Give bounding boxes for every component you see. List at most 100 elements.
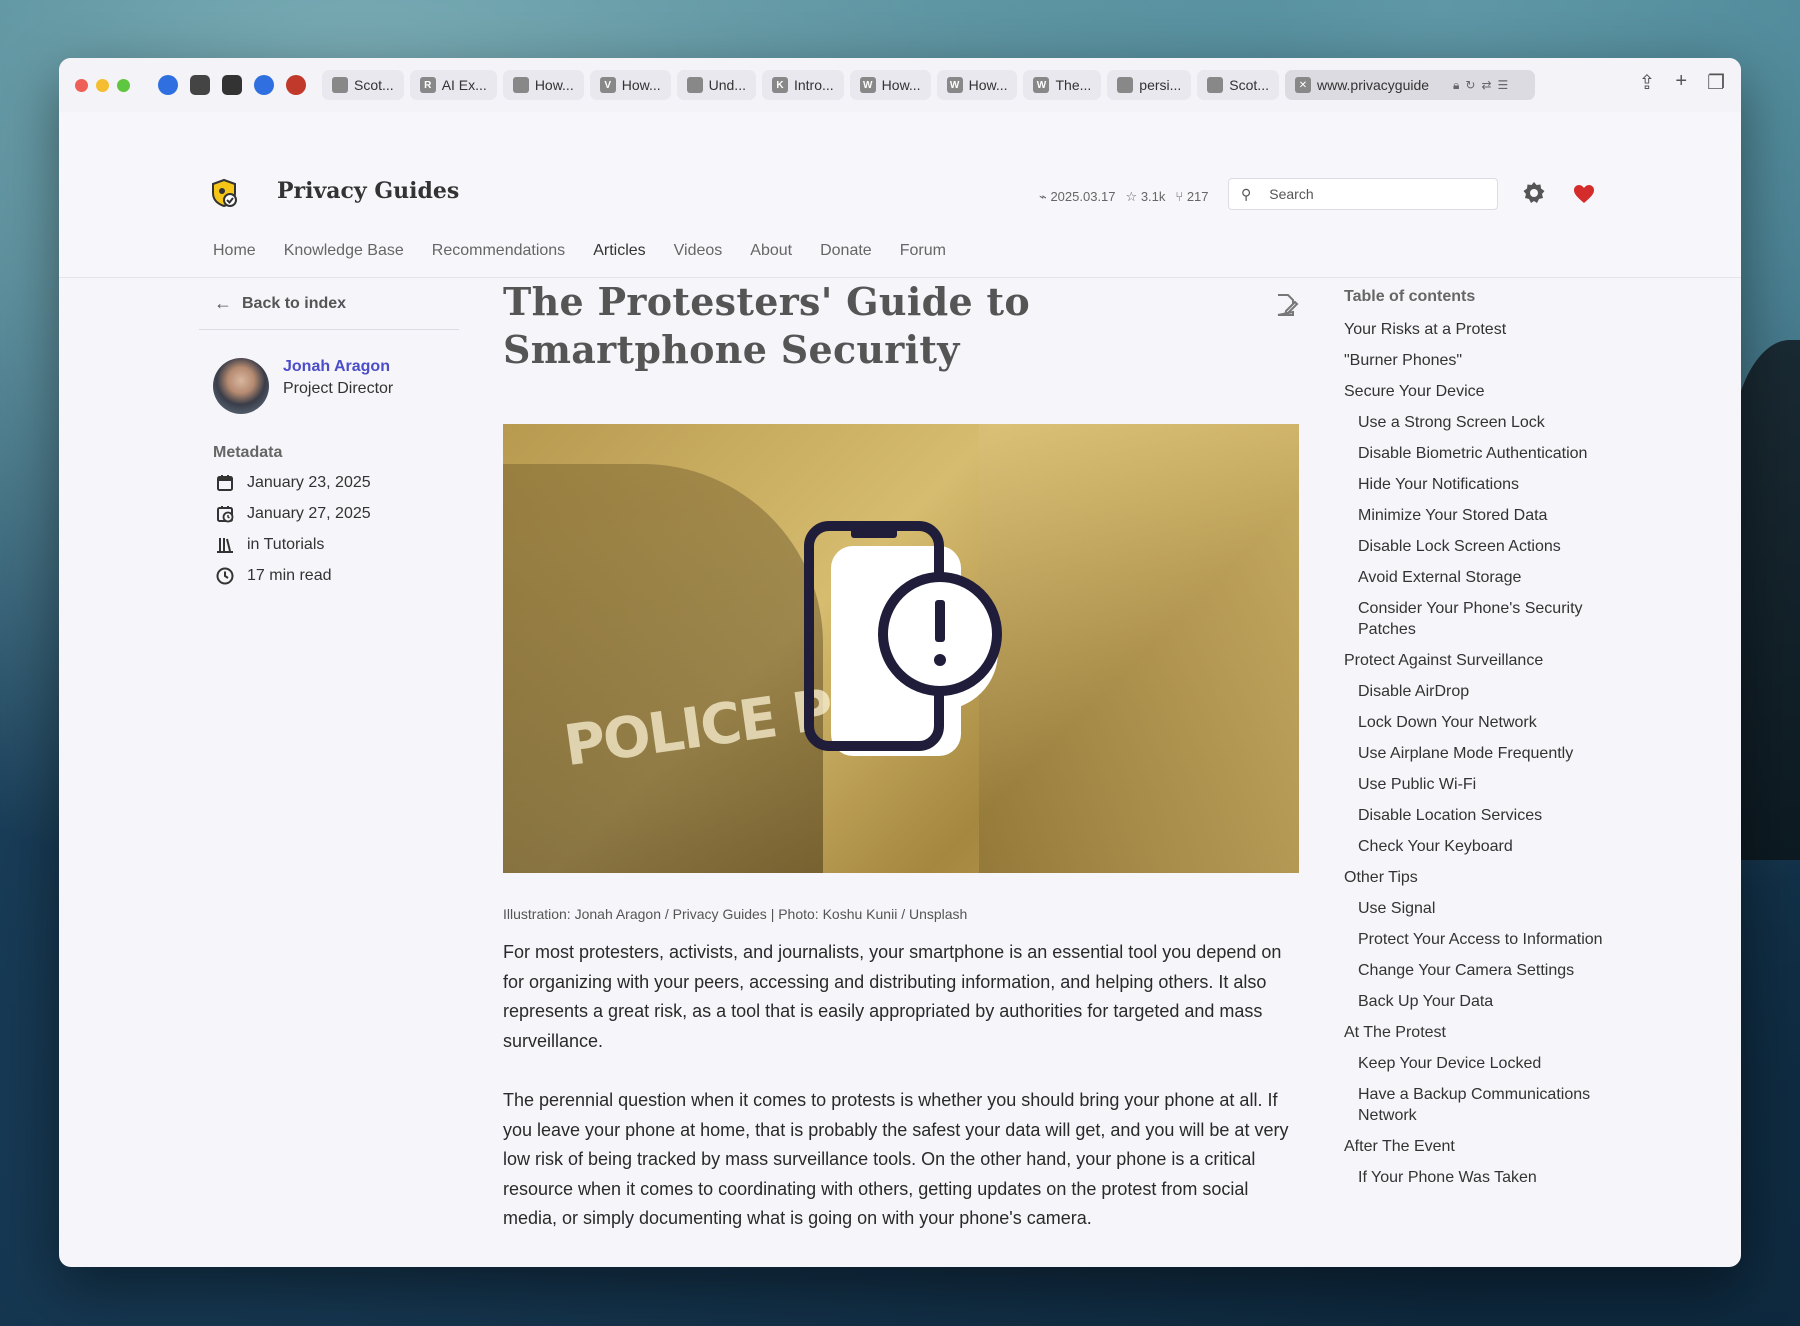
- browser-tab[interactable]: W How...: [849, 70, 931, 100]
- tab-bar: Scot... R AI Ex... How... V How... Und... K Intr…: [59, 58, 1741, 112]
- back-to-index-link[interactable]: ← Back to index: [199, 278, 459, 330]
- zoom-window-button[interactable]: [117, 78, 130, 92]
- hero-image: POLICE POLI: [503, 424, 1299, 873]
- author-name[interactable]: Jonah Aragon: [283, 358, 393, 376]
- gear-icon[interactable]: [1521, 180, 1547, 206]
- metadata-title: Metadata: [213, 444, 283, 461]
- toc-item[interactable]: Avoid External Storage: [1344, 567, 1614, 588]
- address-url[interactable]: www.privacyguide: [1317, 77, 1447, 93]
- privacy-guides-logo-icon[interactable]: [209, 178, 239, 208]
- donate-heart-icon[interactable]: [1572, 182, 1596, 206]
- tab-favicon-icon: W: [1033, 77, 1050, 93]
- toc-item[interactable]: After The Event: [1344, 1136, 1614, 1157]
- site-title[interactable]: Privacy Guides: [277, 178, 459, 204]
- avatar[interactable]: [213, 358, 269, 414]
- tab-favicon-icon: [512, 77, 529, 93]
- toc-title: Table of contents: [1344, 288, 1476, 305]
- toc-item[interactable]: Back Up Your Data: [1344, 991, 1614, 1012]
- browser-tab[interactable]: Und...: [676, 70, 756, 100]
- browser-tab[interactable]: R AI Ex...: [409, 70, 497, 100]
- site-header: Privacy Guides ⌁ 2025.03.17 ☆ 3.1k ⑂ 217…: [59, 112, 1741, 278]
- calendar-clock-icon: [217, 505, 234, 522]
- nav-item-forum[interactable]: Forum: [900, 242, 946, 260]
- toc-item[interactable]: Your Risks at a Protest: [1344, 319, 1614, 340]
- tab-label: How...: [534, 77, 574, 93]
- notion-icon[interactable]: [218, 71, 246, 99]
- toc-item[interactable]: Use Airplane Mode Frequently: [1344, 743, 1614, 764]
- edit-page-icon[interactable]: [1273, 292, 1299, 318]
- nav-item-home[interactable]: Home: [213, 242, 256, 260]
- tab-favicon-icon: V: [599, 77, 616, 93]
- browser-tab[interactable]: K Intro...: [761, 70, 844, 100]
- toc-item[interactable]: If Your Phone Was Taken: [1344, 1167, 1614, 1188]
- browser-tab[interactable]: W How...: [936, 70, 1018, 100]
- browser-tab[interactable]: W The...: [1023, 70, 1102, 100]
- share-icon[interactable]: ⇪: [1639, 70, 1656, 95]
- close-tab-icon[interactable]: ✕: [1294, 77, 1311, 93]
- shield-app-icon[interactable]: [186, 71, 214, 99]
- toc-item[interactable]: Use Public Wi-Fi: [1344, 774, 1614, 795]
- browser-tab[interactable]: persi...: [1107, 70, 1192, 100]
- toc-item[interactable]: Consider Your Phone's Security Patches: [1344, 598, 1614, 640]
- forks-count: ⑂ 217: [1175, 189, 1209, 204]
- left-sidebar: ← Back to index Jonah Aragon Project Dir…: [199, 278, 459, 586]
- category[interactable]: in Tutorials: [215, 534, 459, 555]
- nav-item-about[interactable]: About: [750, 242, 792, 260]
- toc-item[interactable]: Have a Backup Communications Network: [1344, 1084, 1614, 1126]
- translate-icon[interactable]: ⇄: [1481, 78, 1491, 93]
- fingerprint-icon[interactable]: [250, 71, 278, 99]
- search-placeholder: Search: [1269, 186, 1314, 202]
- browser-tab[interactable]: Scot...: [322, 70, 404, 100]
- toc-item[interactable]: Protect Against Surveillance: [1344, 650, 1614, 671]
- article-paragraph: The perennial question when it comes to …: [503, 1090, 1289, 1228]
- reload-icon[interactable]: ↻: [1465, 78, 1475, 93]
- toc-item[interactable]: Disable Lock Screen Actions: [1344, 536, 1614, 557]
- toc-item[interactable]: Secure Your Device: [1344, 381, 1614, 402]
- search-input[interactable]: ⚲ Search: [1228, 178, 1498, 210]
- repo-info[interactable]: ⌁ 2025.03.17 ☆ 3.1k ⑂ 217: [1039, 189, 1209, 205]
- active-tab[interactable]: ✕ www.privacyguide 🔒︎ ↻ ⇄ ☰: [1284, 70, 1535, 100]
- toc-item[interactable]: Disable AirDrop: [1344, 681, 1614, 702]
- browser-tab[interactable]: V How...: [589, 70, 671, 100]
- toc-item[interactable]: Protect Your Access to Information: [1344, 929, 1614, 950]
- window-controls: [75, 78, 130, 92]
- main-nav: Home Knowledge Base Recommendations Article…: [213, 242, 946, 260]
- reader-icon[interactable]: ☰: [1498, 78, 1509, 93]
- tab-favicon-icon: W: [946, 77, 963, 93]
- nav-item-recommendations[interactable]: Recommendations: [432, 242, 565, 260]
- toc-item[interactable]: Lock Down Your Network: [1344, 712, 1614, 733]
- article-header: The Protesters' Guide to Smartphone Secu…: [503, 278, 1299, 374]
- toc-item[interactable]: Disable Location Services: [1344, 805, 1614, 826]
- tab-list: Scot... R AI Ex... How... V How... Und... K Intr…: [322, 70, 1279, 100]
- toc-item[interactable]: Hide Your Notifications: [1344, 474, 1614, 495]
- browser-tab[interactable]: Scot...: [1197, 70, 1279, 100]
- toc-item[interactable]: Check Your Keyboard: [1344, 836, 1614, 857]
- tab-overview-icon[interactable]: ❐: [1707, 70, 1725, 95]
- minimize-window-button[interactable]: [96, 78, 109, 92]
- toc-item[interactable]: "Burner Phones": [1344, 350, 1614, 371]
- browser-tab[interactable]: How...: [502, 70, 584, 100]
- tab-label: Scot...: [1229, 77, 1269, 93]
- tab-label: Intro...: [793, 77, 834, 93]
- refresh-app-icon[interactable]: [154, 71, 182, 99]
- toc-item[interactable]: Disable Biometric Authentication: [1344, 443, 1614, 464]
- toc-item[interactable]: At The Protest: [1344, 1022, 1614, 1043]
- nav-item-articles[interactable]: Articles: [593, 242, 645, 260]
- nav-item-donate[interactable]: Donate: [820, 242, 872, 260]
- toc-item[interactable]: Minimize Your Stored Data: [1344, 505, 1614, 526]
- toc-item[interactable]: Keep Your Device Locked: [1344, 1053, 1614, 1074]
- read-time: 17 min read: [215, 565, 459, 586]
- pinned-tabs: [154, 71, 310, 99]
- tab-favicon-icon: [1207, 77, 1224, 93]
- toc-item[interactable]: Use Signal: [1344, 898, 1614, 919]
- close-window-button[interactable]: [75, 78, 88, 92]
- toc-item[interactable]: Change Your Camera Settings: [1344, 960, 1614, 981]
- toc-item[interactable]: Use a Strong Screen Lock: [1344, 412, 1614, 433]
- article-paragraph: For most protesters, activists, and jour…: [503, 942, 1282, 1051]
- author-role: Project Director: [283, 380, 394, 397]
- new-tab-icon[interactable]: +: [1675, 70, 1687, 95]
- record-icon[interactable]: [282, 71, 310, 99]
- nav-item-videos[interactable]: Videos: [674, 242, 723, 260]
- toc-item[interactable]: Other Tips: [1344, 867, 1614, 888]
- nav-item-knowledge-base[interactable]: Knowledge Base: [284, 242, 404, 260]
